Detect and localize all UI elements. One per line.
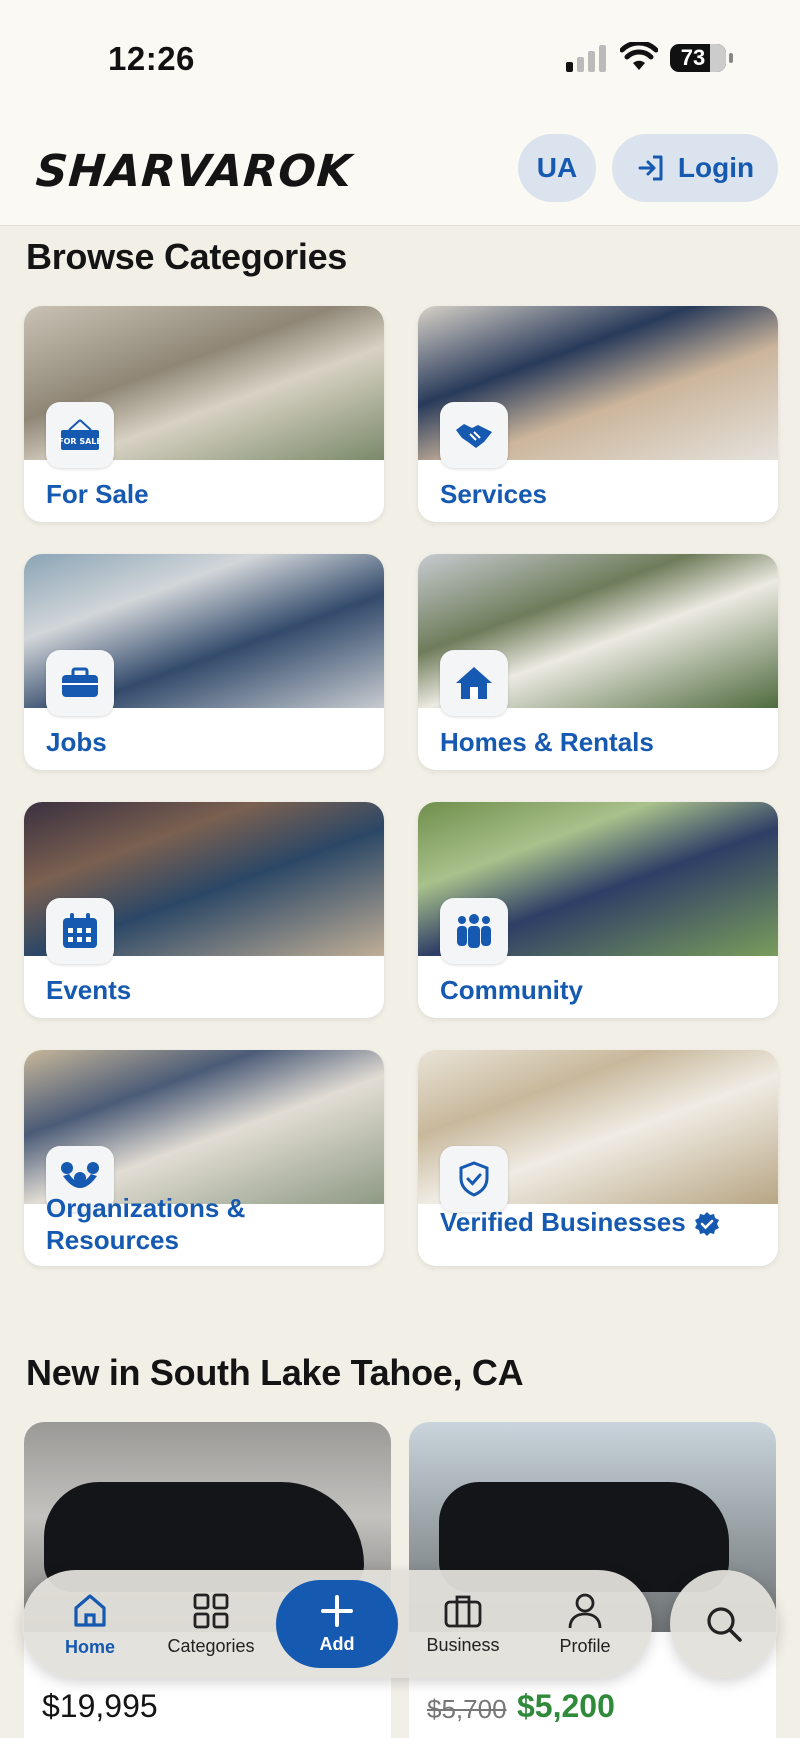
category-grid: FOR SALE For Sale Services Jobs Homes & …: [24, 306, 778, 1266]
nav-profile[interactable]: Profile: [530, 1570, 640, 1678]
shield-check-icon: [440, 1146, 508, 1212]
listing-new-price: $5,200: [517, 1688, 615, 1724]
people-group-icon: [440, 898, 508, 964]
wifi-icon: [620, 42, 658, 70]
person-icon: [568, 1593, 602, 1628]
verified-businesses-text: Verified Businesses: [440, 1207, 686, 1237]
login-icon: [638, 155, 663, 181]
plus-icon: [321, 1594, 353, 1627]
house-icon: [440, 650, 508, 716]
cellular-signal-icon: [566, 44, 608, 72]
category-label-community: Community: [440, 975, 583, 1005]
for-sale-sign-text: FOR SALE: [59, 437, 101, 446]
nav-categories-label: Categories: [167, 1635, 255, 1656]
home-icon: [74, 1593, 106, 1627]
nav-add-button[interactable]: Add: [276, 1580, 398, 1668]
category-card-homes-rentals[interactable]: Homes & Rentals: [418, 554, 778, 770]
login-button[interactable]: Login: [612, 134, 778, 202]
category-label-services: Services: [440, 479, 547, 509]
category-label-homes-rentals: Homes & Rentals: [440, 727, 654, 757]
category-card-community[interactable]: Community: [418, 802, 778, 1018]
briefcase-icon: [444, 1595, 482, 1627]
briefcase-icon: [46, 650, 114, 716]
new-listings-title: New in South Lake Tahoe, CA: [26, 1352, 524, 1393]
category-label-jobs: Jobs: [46, 727, 107, 757]
handshake-icon: [440, 402, 508, 468]
nav-categories[interactable]: Categories: [156, 1570, 266, 1678]
category-card-services[interactable]: Services: [418, 306, 778, 522]
logo[interactable]: SHARVAROK: [34, 146, 354, 197]
nav-business-label: Business: [426, 1634, 500, 1655]
category-card-for-sale[interactable]: FOR SALE For Sale: [24, 306, 384, 522]
nav-home-label: Home: [64, 1636, 115, 1657]
category-card-jobs[interactable]: Jobs: [24, 554, 384, 770]
verified-badge-icon: [694, 1212, 719, 1237]
listing-price: $19,995: [42, 1688, 158, 1724]
battery-level: 73: [680, 45, 706, 70]
nav-profile-label: Profile: [559, 1635, 611, 1656]
battery-icon: 73: [670, 44, 733, 72]
status-bar: 12:26 73: [0, 0, 800, 110]
language-button[interactable]: UA: [518, 134, 596, 202]
category-label-organizations: Organizations & Resources: [46, 1193, 246, 1255]
bottom-navigation: Home Categories Add Business Profile: [22, 1570, 652, 1678]
app-header: SHARVAROK UA Login: [0, 110, 800, 226]
search-button[interactable]: [670, 1570, 778, 1678]
browse-categories-title: Browse Categories: [26, 236, 348, 277]
category-card-events[interactable]: Events: [24, 802, 384, 1018]
calendar-icon: [46, 898, 114, 964]
grid-icon: [193, 1593, 229, 1628]
category-card-organizations[interactable]: Organizations & Resources: [24, 1050, 384, 1266]
search-icon: [707, 1607, 742, 1642]
listing-old-price: $5,700: [427, 1694, 507, 1724]
category-label-events: Events: [46, 975, 132, 1005]
category-label-verified-businesses: Verified Businesses: [440, 1206, 720, 1238]
nav-home[interactable]: Home: [36, 1570, 144, 1678]
category-label-for-sale: For Sale: [46, 479, 149, 509]
nav-add-label: Add: [319, 1633, 355, 1654]
for-sale-sign-icon: FOR SALE: [46, 402, 114, 468]
status-time: 12:26: [108, 40, 195, 77]
category-card-verified-businesses[interactable]: Verified Businesses: [418, 1050, 778, 1266]
nav-business[interactable]: Business: [408, 1570, 518, 1678]
login-label: Login: [677, 152, 755, 183]
